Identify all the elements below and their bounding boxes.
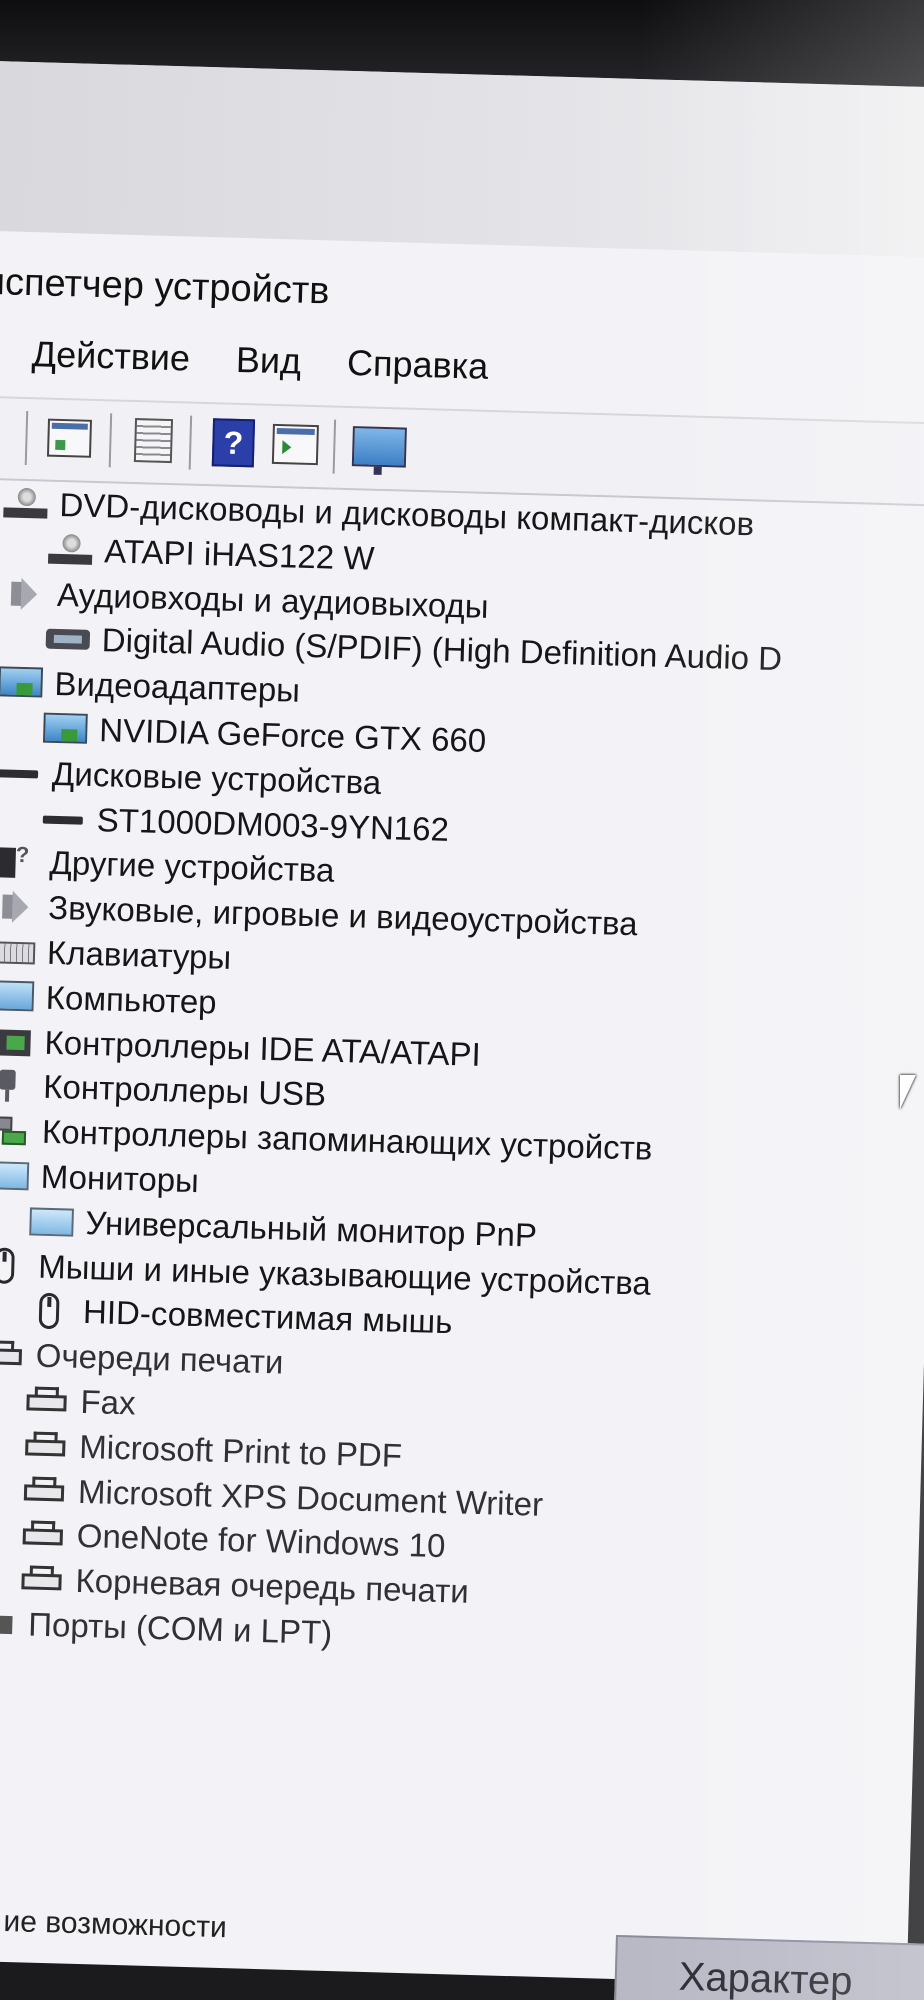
tree-item-label: Аудиовходы и аудиовыходы — [56, 575, 490, 625]
speaker-icon — [0, 888, 37, 925]
audio-device-icon — [45, 621, 90, 658]
tree-item-label: ATAPI iHAS122 W — [103, 532, 375, 577]
tree-category[interactable]: ⌄Мониторы — [0, 1153, 199, 1203]
help-button[interactable]: ? — [205, 414, 263, 472]
window-top-strip — [0, 60, 924, 258]
computer-icon — [0, 978, 34, 1015]
tree-item-label: Fax — [80, 1382, 137, 1422]
monitor-icon — [0, 1157, 29, 1194]
menu-bar: Действие Вид Справка — [0, 322, 489, 397]
usb-icon — [0, 1068, 32, 1105]
printer-icon — [20, 1517, 65, 1554]
tree-category[interactable]: ›Порты (COM и LPT) — [0, 1601, 333, 1655]
toolbar-separator — [24, 410, 29, 466]
run-button[interactable] — [267, 416, 325, 474]
printer-icon — [23, 1427, 68, 1464]
tree-item-label: NVIDIA GeForce GTX 660 — [98, 711, 487, 759]
tree-item-label: Дисковые устройства — [51, 754, 382, 801]
toolbar-separator — [188, 415, 193, 470]
tree-item-label: OneNote for Windows 10 — [76, 1517, 446, 1565]
tree-device[interactable]: Fax — [24, 1378, 136, 1425]
tree-device[interactable]: ATAPI iHAS122 W — [48, 527, 375, 580]
tree-category[interactable]: ⌄Видеоадаптеры — [0, 661, 301, 713]
speaker-icon — [1, 575, 46, 612]
help-icon: ? — [211, 418, 256, 468]
display-adapter-icon — [0, 665, 43, 702]
keyboard-icon — [0, 933, 36, 970]
tree-item-label: HID-совместимая мышь — [82, 1293, 453, 1341]
device-manager-window: испетчер устройств Действие Вид Справка … — [0, 60, 924, 1988]
disc-drive-icon — [3, 485, 48, 522]
properties-button[interactable] — [41, 409, 99, 467]
photo-frame: испетчер устройств Действие Вид Справка … — [0, 0, 924, 2000]
port-icon — [0, 1605, 17, 1642]
display-adapter-icon — [43, 711, 88, 748]
toolbar-separator — [108, 413, 113, 468]
run-icon — [271, 423, 319, 466]
printer-icon — [0, 1336, 24, 1373]
tree-item-label: Видеоадаптеры — [54, 665, 301, 709]
tree-item-label: Корневая очередь печати — [75, 1562, 470, 1610]
tree-category[interactable]: ›Клавиатуры — [0, 929, 232, 980]
footer-text: ие возможности — [3, 1905, 228, 1945]
disk-drive-icon — [40, 800, 85, 837]
printer-icon — [19, 1561, 64, 1598]
properties-footer-button[interactable]: Характер — [613, 1935, 924, 2000]
tree-item-label: Мониторы — [40, 1157, 200, 1200]
printer-icon — [24, 1382, 69, 1419]
menu-action[interactable]: Действие — [31, 324, 191, 388]
menu-view[interactable]: Вид — [235, 330, 302, 392]
tree-category[interactable]: ›Контроллеры USB — [0, 1064, 327, 1117]
ide-controller-icon — [0, 1023, 33, 1060]
toolbar-separator — [332, 419, 337, 474]
unknown-device-icon — [0, 844, 38, 881]
tree-item-label: Очереди печати — [35, 1336, 284, 1381]
tree-item-label: Другие устройства — [49, 844, 335, 890]
disk-drive-icon — [0, 754, 41, 791]
tree-category[interactable]: ›Компьютер — [0, 974, 217, 1024]
tree-item-label: Компьютер — [45, 978, 218, 1021]
storage-controller-icon — [0, 1112, 31, 1149]
update-driver-button[interactable] — [125, 412, 183, 470]
window-title: испетчер устройств — [0, 260, 331, 313]
tree-item-label: Клавиатуры — [46, 933, 232, 976]
mouse-icon — [0, 1247, 27, 1284]
mouse-cursor-icon — [900, 1075, 916, 1109]
tree-item-label: Контроллеры USB — [42, 1068, 327, 1114]
mouse-icon — [27, 1293, 72, 1330]
tree-item-label: ST1000DM003-9YN162 — [96, 800, 450, 848]
back-button[interactable] — [0, 407, 20, 465]
tree-item-label: Microsoft Print to PDF — [78, 1427, 403, 1474]
document-icon — [133, 418, 174, 464]
printer-icon — [22, 1472, 67, 1509]
scan-hardware-button[interactable] — [351, 418, 409, 476]
disc-drive-icon — [48, 531, 93, 568]
monitor-icon — [29, 1203, 74, 1240]
menu-help[interactable]: Справка — [346, 333, 489, 397]
tree-item-label: Порты (COM и LPT) — [27, 1605, 333, 1651]
tree-category[interactable]: ⌄Очереди печати — [0, 1332, 284, 1384]
properties-icon — [46, 418, 93, 458]
monitor-scan-icon — [351, 426, 407, 468]
